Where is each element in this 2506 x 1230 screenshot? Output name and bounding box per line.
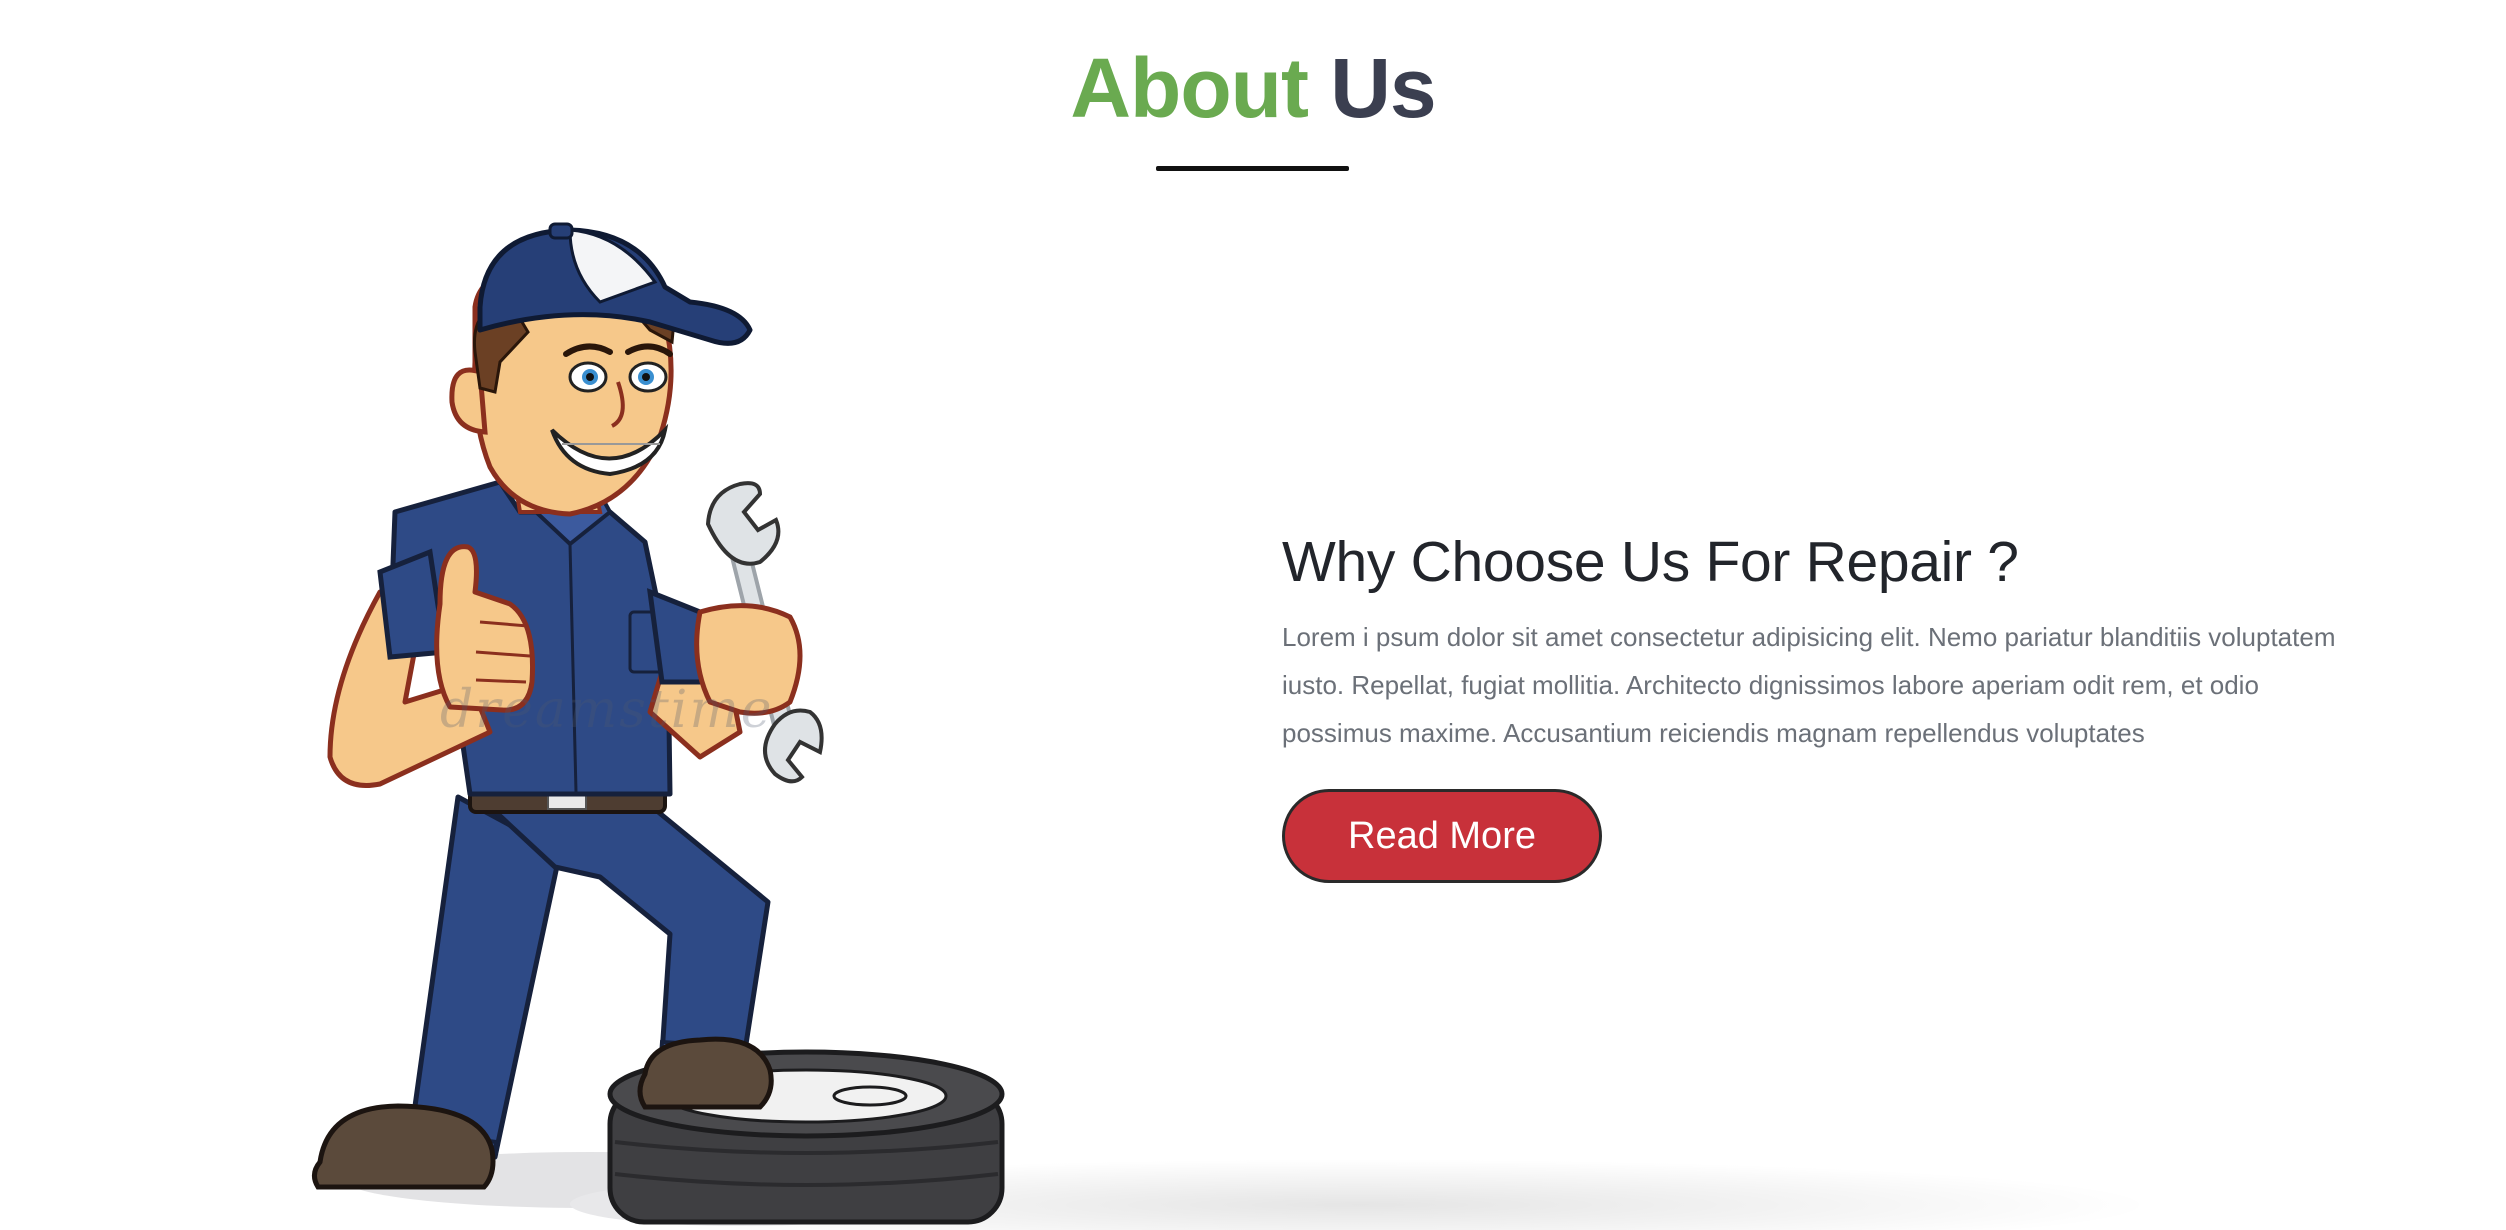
mechanic-illustration: dreamstime	[270, 212, 1050, 1230]
read-more-button[interactable]: Read More	[1282, 789, 1602, 883]
about-title-rest: Us	[1330, 41, 1436, 135]
about-paragraph: Lorem i psum dolor sit amet consectetur …	[1282, 622, 2336, 748]
about-section: About Us dreamstime Why Choose Us For Re…	[0, 0, 2506, 1230]
mechanic-icon: dreamstime	[312, 222, 1005, 1226]
svg-text:dreamstime: dreamstime	[440, 680, 774, 740]
about-title-accent: About	[1070, 41, 1309, 135]
title-underline	[1156, 166, 1349, 171]
why-choose-heading: Why Choose Us For Repair ?	[1282, 530, 2019, 594]
about-content: Why Choose Us For Repair ? Lorem i psum …	[1282, 525, 2372, 883]
about-title: About Us	[0, 38, 2506, 138]
